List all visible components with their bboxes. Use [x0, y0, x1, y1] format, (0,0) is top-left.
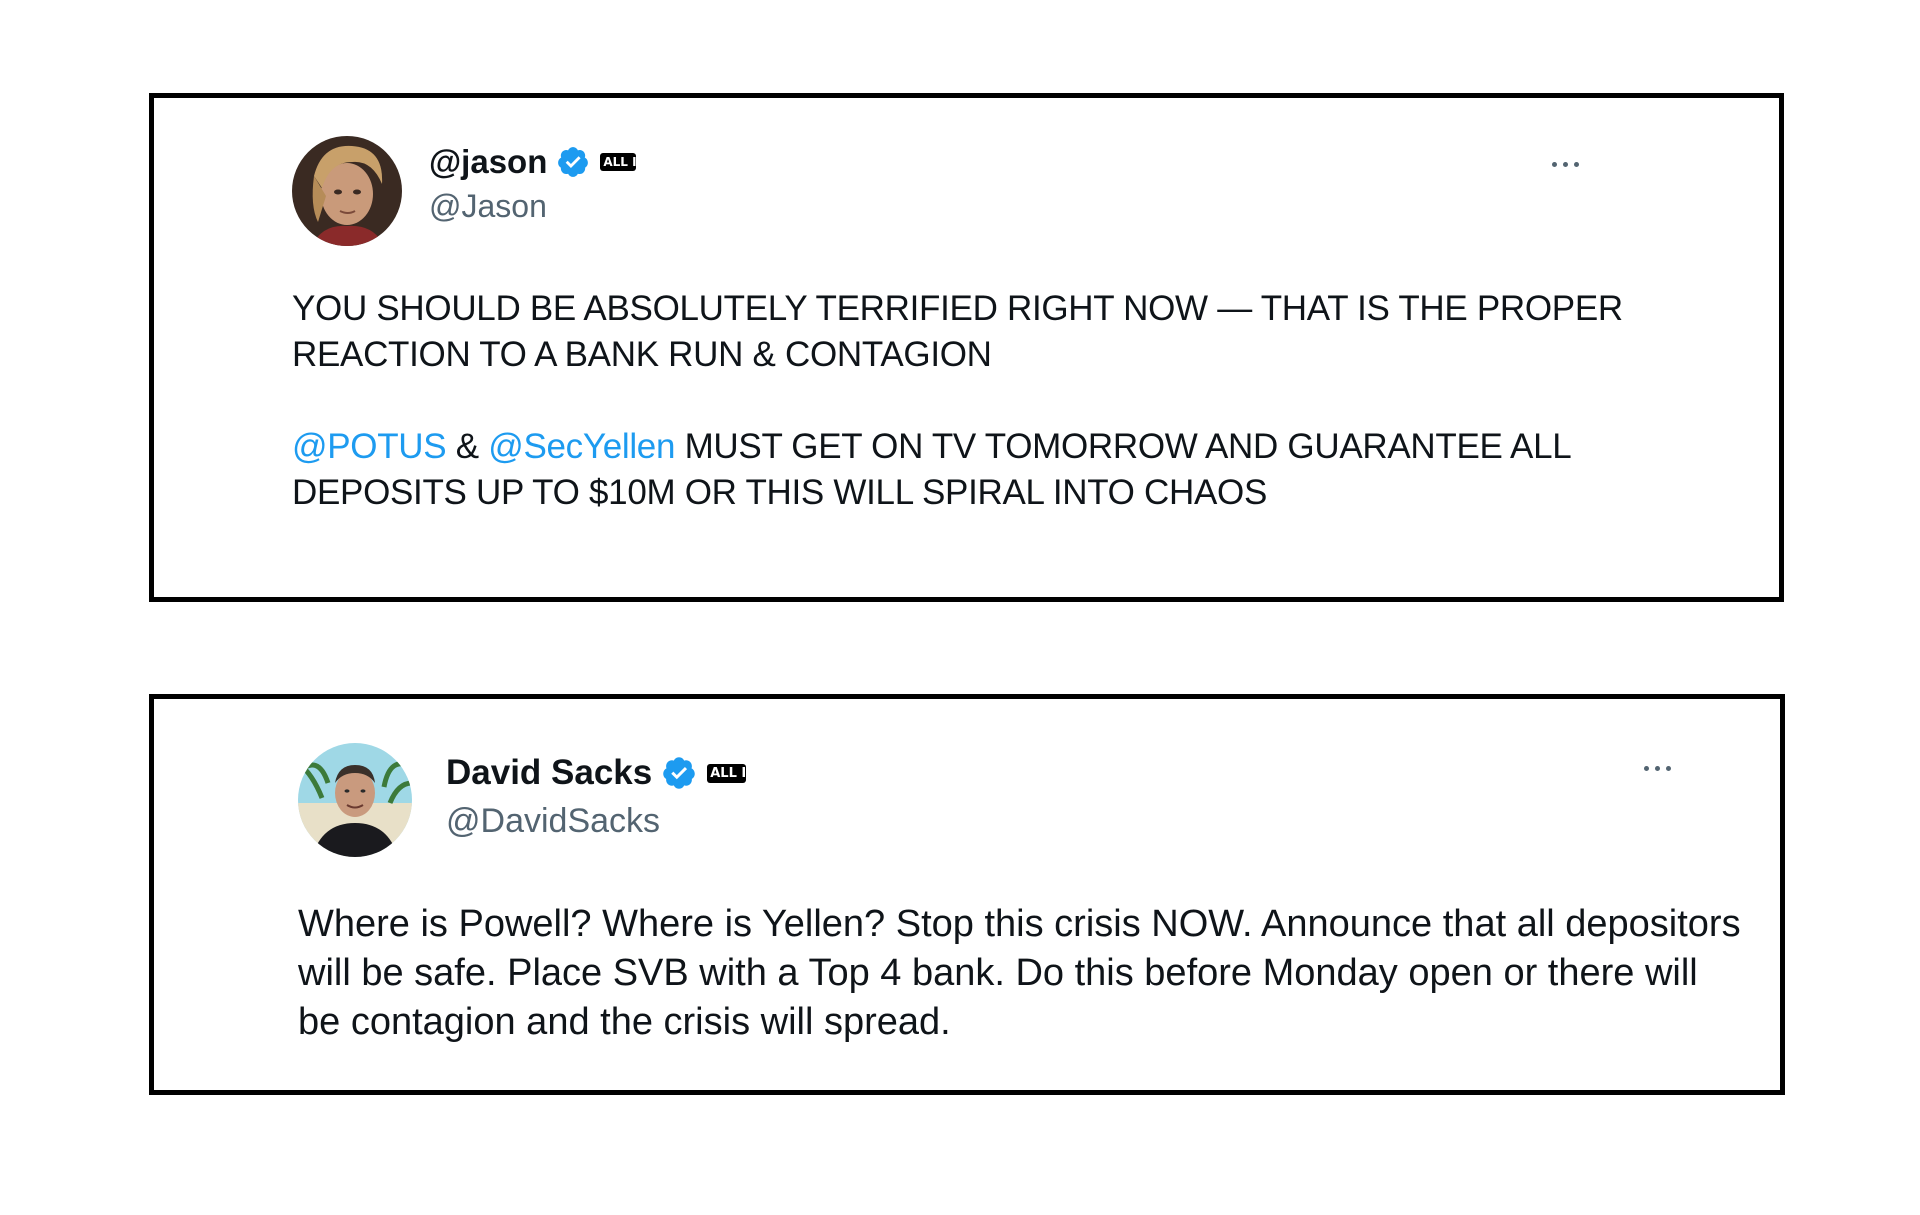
more-options-icon[interactable]	[1644, 766, 1671, 771]
more-dot	[1552, 162, 1557, 167]
more-dot	[1563, 162, 1568, 167]
more-dot	[1644, 766, 1649, 771]
more-dot	[1666, 766, 1671, 771]
avatar-jason[interactable]	[292, 136, 402, 246]
mention-secyellen-link[interactable]: @SecYellen	[488, 427, 675, 466]
user-handle[interactable]: @Jason	[429, 188, 547, 225]
avatar-jason-image	[292, 136, 402, 246]
all-in-affiliate-badge[interactable]: ALL IN	[707, 763, 757, 783]
avatar-david-sacks-image	[298, 743, 412, 857]
tweet-text: YOU SHOULD BE ABSOLUTELY TERRIFIED RIGHT…	[292, 286, 1692, 516]
tweet-paragraph-1: YOU SHOULD BE ABSOLUTELY TERRIFIED RIGHT…	[292, 289, 1623, 374]
tweet-card-david-sacks: David Sacks ALL IN @DavidSacks Where is …	[149, 694, 1785, 1095]
more-dot	[1574, 162, 1579, 167]
tweet-card-jason: @jason ALL IN @Jason YOU SHOULD BE ABSOL…	[149, 93, 1784, 602]
display-name[interactable]: David Sacks	[446, 753, 652, 793]
tweet-text: Where is Powell? Where is Yellen? Stop t…	[298, 903, 1741, 1043]
tweet-header: David Sacks ALL IN	[446, 749, 757, 797]
display-name[interactable]: @jason	[429, 143, 547, 181]
verified-badge-icon	[661, 755, 697, 791]
more-dot	[1655, 766, 1660, 771]
more-options-icon[interactable]	[1552, 162, 1579, 167]
verified-badge-icon	[556, 145, 590, 179]
ampersand-text: &	[446, 427, 489, 466]
user-handle[interactable]: @DavidSacks	[446, 802, 660, 841]
mention-potus-link[interactable]: @POTUS	[292, 427, 447, 466]
tweet-header: @jason ALL IN	[429, 140, 647, 184]
all-in-affiliate-badge[interactable]: ALL IN	[600, 153, 647, 171]
tweet-paragraph-2: @POTUS & @SecYellen MUST GET ON TV TOMOR…	[292, 424, 1692, 516]
avatar-david-sacks[interactable]	[298, 743, 412, 857]
